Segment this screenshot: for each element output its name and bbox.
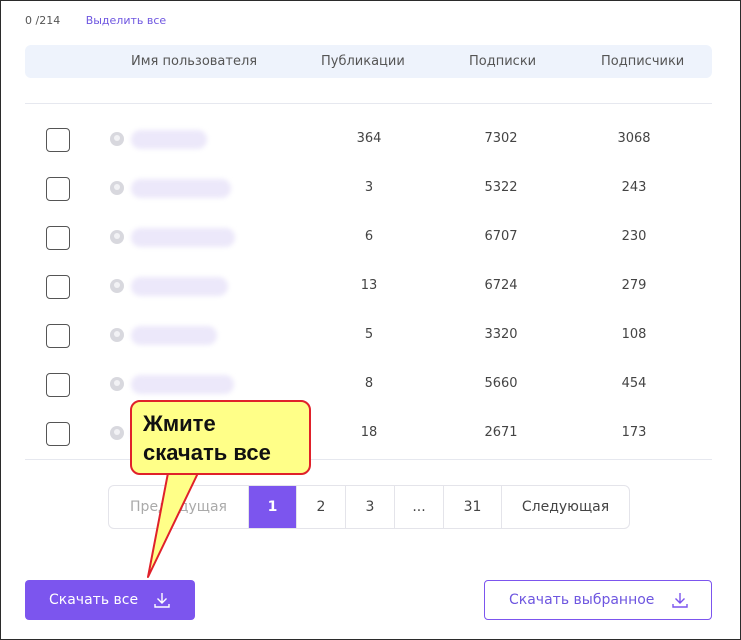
row-checkbox[interactable] bbox=[46, 422, 70, 446]
publications-cell: 18 bbox=[360, 425, 378, 440]
table-row: 18 2671 173 bbox=[1, 412, 740, 456]
subscriptions-cell: 6707 bbox=[484, 229, 518, 244]
column-header-publications[interactable]: Публикации bbox=[321, 54, 405, 69]
user-avatar-icon bbox=[110, 132, 124, 146]
table-header: Имя пользователя Публикации Подписки Под… bbox=[25, 45, 712, 78]
followers-cell: 230 bbox=[621, 229, 647, 244]
table-row: 13 6724 279 bbox=[1, 265, 740, 309]
followers-cell: 173 bbox=[621, 425, 647, 440]
user-avatar-icon bbox=[110, 230, 124, 244]
callout-line-1: Жмите bbox=[143, 411, 216, 436]
followers-cell: 3068 bbox=[617, 131, 651, 146]
table-row: 8 5660 454 bbox=[1, 363, 740, 407]
subscriptions-cell: 2671 bbox=[484, 425, 518, 440]
pagination-ellipsis: ... bbox=[395, 486, 444, 528]
table-row: 3 5322 243 bbox=[1, 167, 740, 211]
followers-cell: 279 bbox=[621, 278, 647, 293]
row-checkbox[interactable] bbox=[46, 128, 70, 152]
row-checkbox[interactable] bbox=[46, 177, 70, 201]
subscriptions-cell: 5660 bbox=[484, 376, 518, 391]
pagination-page-3[interactable]: 3 bbox=[346, 486, 395, 528]
publications-cell: 13 bbox=[360, 278, 378, 293]
tutorial-callout: Жмите скачать все bbox=[130, 400, 311, 475]
subscriptions-cell: 3320 bbox=[484, 327, 518, 342]
pagination-page-2[interactable]: 2 bbox=[297, 486, 346, 528]
blurred-username[interactable] bbox=[131, 375, 234, 394]
user-avatar-icon bbox=[110, 377, 124, 391]
followers-cell: 454 bbox=[621, 376, 647, 391]
publications-cell: 3 bbox=[364, 180, 374, 195]
followers-cell: 108 bbox=[621, 327, 647, 342]
pagination-page-31[interactable]: 31 bbox=[444, 486, 502, 528]
row-checkbox[interactable] bbox=[46, 324, 70, 348]
download-all-label: Скачать все bbox=[49, 592, 139, 608]
column-header-subscriptions[interactable]: Подписки bbox=[469, 54, 536, 69]
subscriptions-cell: 5322 bbox=[484, 180, 518, 195]
pagination: Предыдущая 1 2 3 ... 31 Следующая bbox=[108, 485, 630, 529]
publications-cell: 364 bbox=[356, 131, 382, 146]
selected-count: 0 /214 bbox=[25, 14, 61, 27]
user-avatar-icon bbox=[110, 328, 124, 342]
pagination-next-button[interactable]: Следующая bbox=[502, 486, 629, 528]
pagination-prev-button[interactable]: Предыдущая bbox=[109, 486, 249, 528]
table-row: 6 6707 230 bbox=[1, 216, 740, 260]
download-all-button[interactable]: Скачать все bbox=[25, 580, 195, 620]
user-avatar-icon bbox=[110, 181, 124, 195]
user-avatar-icon bbox=[110, 426, 124, 440]
blurred-username[interactable] bbox=[131, 326, 217, 345]
blurred-username[interactable] bbox=[131, 277, 228, 296]
column-header-followers[interactable]: Подписчики bbox=[601, 54, 684, 69]
row-checkbox[interactable] bbox=[46, 226, 70, 250]
download-arrow-icon bbox=[153, 591, 171, 613]
subscriptions-cell: 6724 bbox=[484, 278, 518, 293]
publications-cell: 6 bbox=[364, 229, 374, 244]
row-checkbox[interactable] bbox=[46, 373, 70, 397]
blurred-username[interactable] bbox=[131, 228, 235, 247]
blurred-username[interactable] bbox=[131, 179, 231, 198]
download-selected-button[interactable]: Скачать выбранное bbox=[484, 580, 712, 620]
column-header-username[interactable]: Имя пользователя bbox=[131, 54, 257, 69]
download-arrow-icon bbox=[671, 591, 689, 613]
blurred-username[interactable] bbox=[131, 130, 207, 149]
publications-cell: 8 bbox=[364, 376, 374, 391]
followers-cell: 243 bbox=[621, 180, 647, 195]
table-row: 364 7302 3068 bbox=[1, 118, 740, 162]
table-bottom-divider bbox=[25, 459, 712, 460]
subscriptions-cell: 7302 bbox=[484, 131, 518, 146]
selection-bar: 0 /214 Выделить все bbox=[25, 14, 166, 27]
callout-line-2: скачать все bbox=[143, 440, 271, 465]
row-checkbox[interactable] bbox=[46, 275, 70, 299]
select-all-link[interactable]: Выделить все bbox=[86, 14, 166, 27]
publications-cell: 5 bbox=[364, 327, 374, 342]
users-table-panel: 0 /214 Выделить все Имя пользователя Пуб… bbox=[0, 0, 741, 640]
download-selected-label: Скачать выбранное bbox=[509, 592, 655, 608]
pagination-page-1[interactable]: 1 bbox=[249, 486, 297, 528]
table-row: 5 3320 108 bbox=[1, 314, 740, 358]
user-avatar-icon bbox=[110, 279, 124, 293]
table-top-divider bbox=[25, 103, 712, 104]
